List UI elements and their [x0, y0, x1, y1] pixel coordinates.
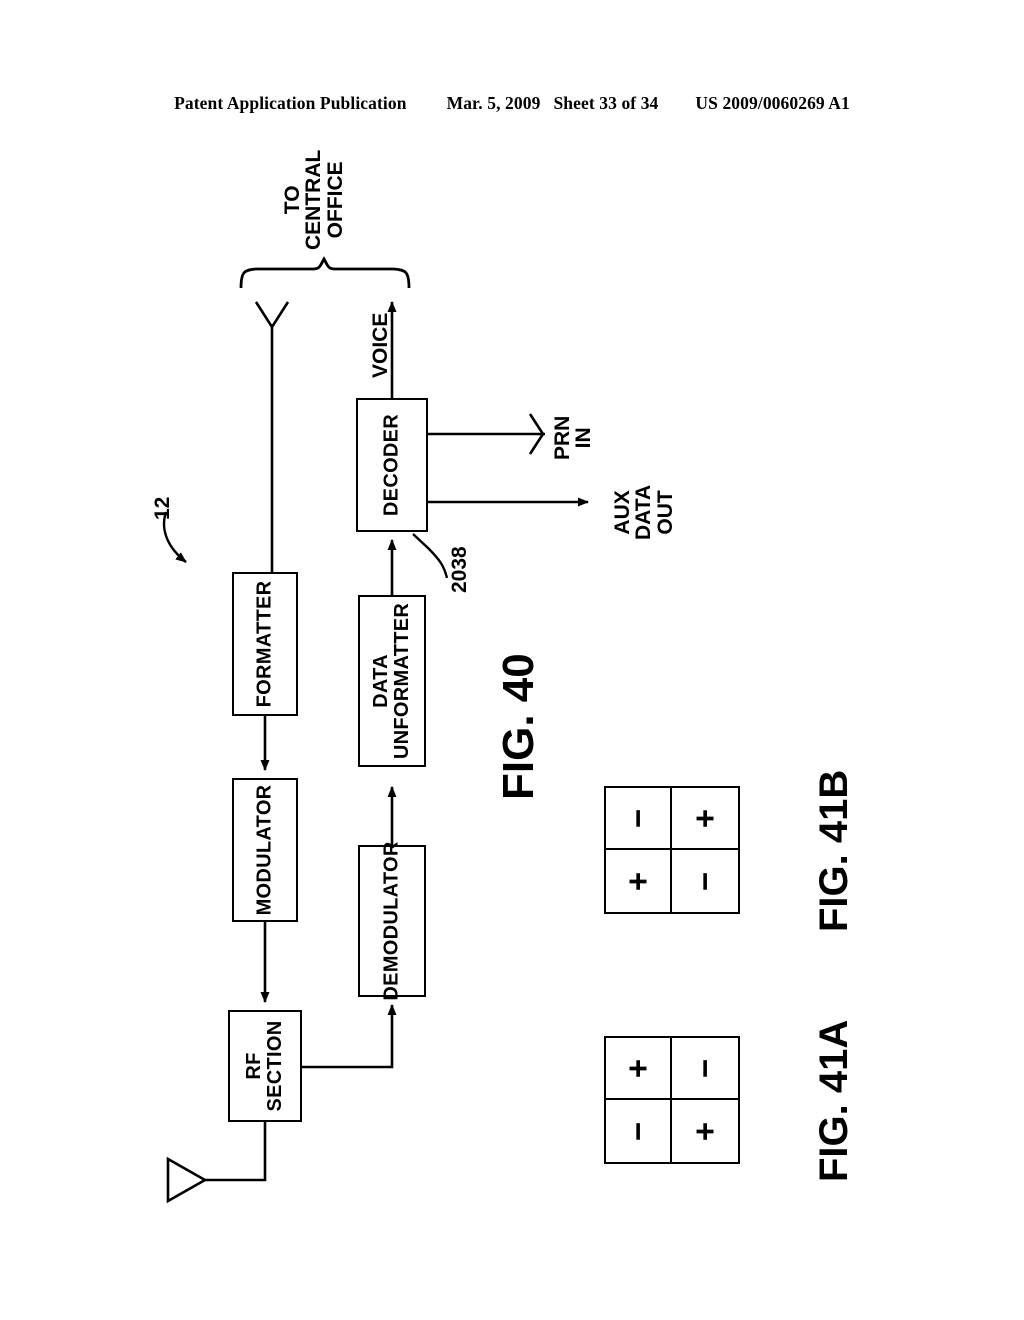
- block-rf-section: RF SECTION: [228, 1010, 302, 1122]
- block-modulator: MODULATOR: [232, 778, 298, 922]
- antenna-icon-top: [254, 301, 290, 330]
- figure-41b-cell-0: −: [606, 788, 672, 850]
- figure-41a-cell-3-value: +: [686, 1121, 724, 1141]
- rf-to-demodulator-arrow: [302, 1004, 397, 1069]
- figure-41b-cell-2-value: +: [619, 871, 657, 891]
- figure-41b-cell-1-value: +: [686, 808, 724, 828]
- prn-in-arrowhead: [528, 413, 545, 455]
- figure-41b-caption: FIG. 41B: [812, 769, 856, 932]
- figure-41a-cell-1: −: [672, 1038, 738, 1100]
- reference-numeral-2038: 2038: [448, 546, 471, 593]
- central-office-brace: [239, 256, 411, 289]
- figure-41a-cell-0: +: [606, 1038, 672, 1100]
- figure-41a-cell-2-value: −: [619, 1121, 657, 1141]
- block-modulator-label: MODULATOR: [253, 784, 276, 916]
- figure-41a-cell-3: +: [672, 1100, 738, 1162]
- block-decoder-label: DECODER: [380, 413, 403, 517]
- signal-label-aux-data-out: AUX DATA OUT: [611, 484, 677, 540]
- reference-numeral-12: 12: [151, 496, 174, 520]
- block-demodulator-label: DEMODULATOR: [380, 841, 403, 1001]
- transducer-icon: [166, 1156, 208, 1204]
- figure-41b-cell-0-value: −: [619, 808, 657, 828]
- block-formatter: FORMATTER: [232, 572, 298, 716]
- block-decoder: DECODER: [356, 398, 428, 532]
- figure-41b-cell-2: +: [606, 850, 672, 912]
- figure-41a-cell-1-value: −: [686, 1058, 724, 1078]
- figure-41b-cell-1: +: [672, 788, 738, 850]
- figure-41a-matrix: + − − +: [604, 1036, 740, 1164]
- figure-41b-cell-3-value: −: [686, 871, 724, 891]
- figure-41a-caption: FIG. 41A: [812, 1019, 856, 1182]
- signal-label-voice: VOICE: [369, 312, 392, 378]
- figure-40-caption: FIG. 40: [494, 653, 543, 800]
- block-rf-section-label: RF SECTION: [243, 1020, 286, 1112]
- figure-41b-cell-3: −: [672, 850, 738, 912]
- leader-line-2038: [412, 533, 449, 579]
- block-demodulator: DEMODULATOR: [358, 841, 426, 1001]
- block-data-unformatter-label: DATA UNFORMATTER: [370, 602, 413, 760]
- figure-41b-matrix: − + + −: [604, 786, 740, 914]
- figure-sheet: FORMATTER MODULATOR RF SECTION DEMODULAT…: [0, 0, 1024, 1320]
- block-formatter-label: FORMATTER: [253, 580, 276, 708]
- figure-41a-cell-2: −: [606, 1100, 672, 1162]
- rf-to-transducer-line: [205, 1122, 267, 1182]
- figure-41a-cell-0-value: +: [619, 1058, 657, 1078]
- brace-label-to-central-office: TO CENTRAL OFFICE: [281, 149, 347, 250]
- signal-label-prn-in: PRN IN: [551, 415, 596, 460]
- block-data-unformatter: DATA UNFORMATTER: [358, 595, 426, 767]
